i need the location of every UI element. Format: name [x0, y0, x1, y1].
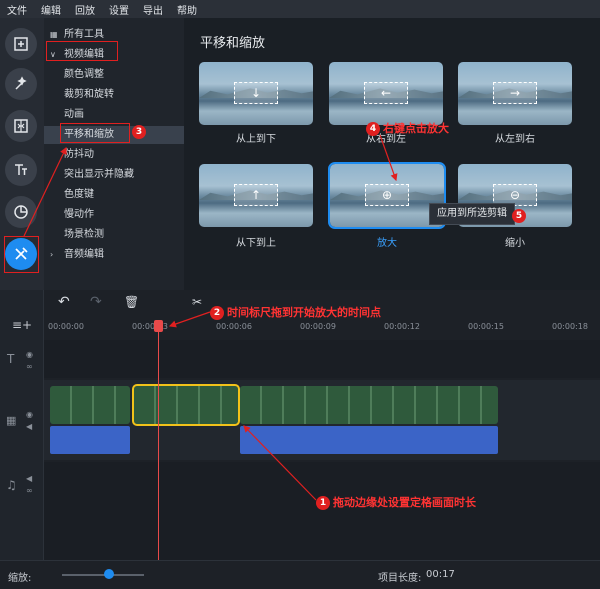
- status-bar: 缩放: 项目长度: 00:17: [0, 560, 600, 589]
- annotation-arrows: [23, 134, 398, 501]
- duration-label: 项目长度:: [378, 573, 422, 584]
- zoom-slider-thumb[interactable]: [104, 569, 114, 579]
- zoom-label: 缩放:: [8, 573, 32, 584]
- duration-value: 00:17: [426, 569, 455, 580]
- zoom-slider[interactable]: [62, 574, 144, 576]
